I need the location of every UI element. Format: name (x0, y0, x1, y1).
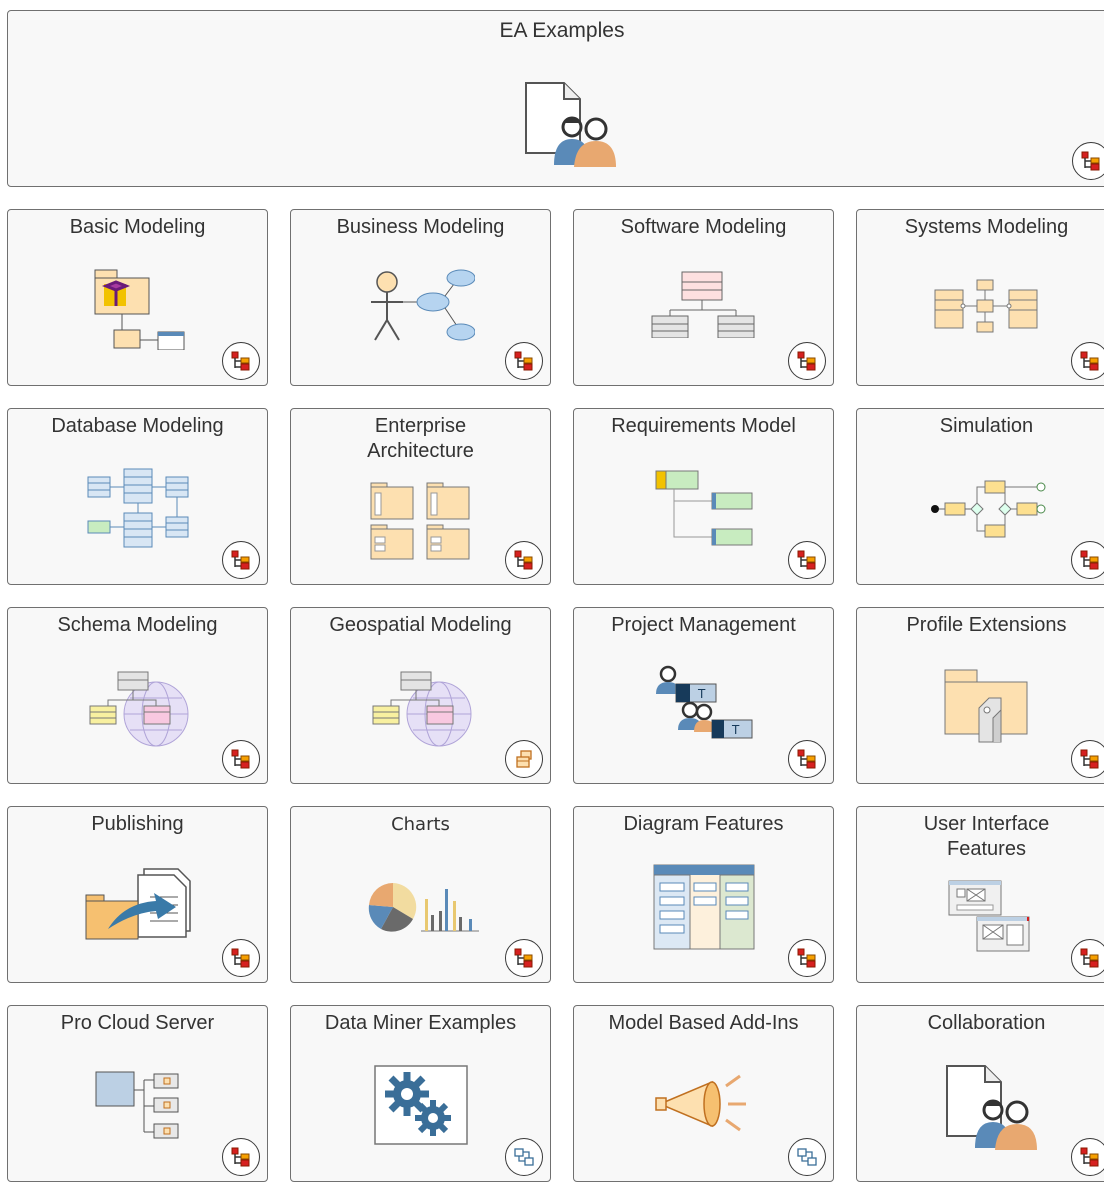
cloud-server-icon (94, 1070, 186, 1147)
card-schema-modeling[interactable]: Schema Modeling (7, 607, 268, 784)
card-title: User Interface Features (923, 813, 1050, 860)
diagram-link-icon[interactable] (788, 1138, 826, 1176)
card-user-interface-features[interactable]: User Interface Features (856, 806, 1104, 983)
actor-usecase-icon (365, 268, 476, 353)
model-tree-icon[interactable] (505, 939, 543, 977)
card-title: Charts (391, 814, 450, 835)
card-enterprise-architecture[interactable]: Enterprise Architecture (290, 408, 551, 585)
card-systems-modeling[interactable]: Systems Modeling (856, 209, 1104, 386)
card-geospatial-modeling[interactable]: Geospatial Modeling (290, 607, 551, 784)
card-title: Profile Extensions (906, 614, 1067, 636)
card-profile-extensions[interactable]: Profile Extensions (856, 607, 1104, 784)
card-title: Data Miner Examples (324, 1012, 517, 1034)
model-tree-icon[interactable] (788, 740, 826, 778)
user-document-icon (516, 81, 618, 176)
ea-examples-card[interactable]: EA Examples (7, 10, 1104, 187)
card-charts[interactable]: Charts (290, 806, 551, 983)
model-tree-icon[interactable] (788, 541, 826, 579)
card-title: Project Management (611, 614, 796, 636)
diagram-link-icon[interactable] (505, 1138, 543, 1176)
card-title: Database Modeling (51, 415, 224, 437)
card-title: Geospatial Modeling (329, 614, 512, 636)
model-tree-icon[interactable] (1071, 541, 1104, 579)
card-requirements-model[interactable]: Requirements Model (573, 408, 834, 585)
card-title: Diagram Features (623, 813, 784, 835)
architecture-packages-icon (369, 481, 473, 566)
model-tree-icon[interactable] (1071, 740, 1104, 778)
card-title: Business Modeling (336, 216, 505, 238)
card-title: Collaboration (927, 1012, 1046, 1034)
card-data-miner-examples[interactable]: Data Miner Examples (290, 1005, 551, 1182)
card-title: Simulation (939, 415, 1034, 437)
block-diagram-icon (933, 278, 1041, 341)
card-pro-cloud-server[interactable]: Pro Cloud Server (7, 1005, 268, 1182)
package-stack-icon[interactable] (505, 740, 543, 778)
card-collaboration[interactable]: Collaboration (856, 1005, 1104, 1182)
svg-text:T: T (731, 723, 740, 737)
model-tree-icon[interactable] (788, 342, 826, 380)
card-simulation[interactable]: Simulation (856, 408, 1104, 585)
card-database-modeling[interactable]: Database Modeling (7, 408, 268, 585)
card-title: EA Examples (499, 19, 625, 42)
card-title: Basic Modeling (69, 216, 206, 238)
schema-globe-icon (88, 668, 192, 755)
model-tree-icon[interactable] (1071, 939, 1104, 977)
card-title: Pro Cloud Server (60, 1012, 215, 1034)
model-tree-icon[interactable] (222, 541, 260, 579)
card-basic-modeling[interactable]: Basic Modeling (7, 209, 268, 386)
model-tree-icon[interactable] (788, 939, 826, 977)
model-tree-icon[interactable] (222, 342, 260, 380)
card-project-management[interactable]: Project Management TT (573, 607, 834, 784)
database-tables-icon (84, 467, 192, 554)
model-tree-icon[interactable] (222, 939, 260, 977)
pie-bar-chart-icon (365, 879, 481, 944)
card-software-modeling[interactable]: Software Modeling (573, 209, 834, 386)
svg-text:T: T (697, 687, 706, 701)
card-title: Enterprise Architecture (367, 415, 474, 462)
card-title: Software Modeling (620, 216, 787, 238)
class-hierarchy-icon (650, 270, 758, 343)
card-title: Systems Modeling (904, 216, 1069, 238)
card-publishing[interactable]: Publishing (7, 806, 268, 983)
gears-icon (373, 1064, 469, 1153)
card-title: Schema Modeling (57, 614, 218, 636)
package-component-icon (92, 268, 188, 355)
publish-document-icon (84, 867, 194, 948)
megaphone-icon (654, 1072, 750, 1139)
card-title: Requirements Model (611, 415, 796, 437)
card-model-based-add-ins[interactable]: Model Based Add-Ins (573, 1005, 834, 1182)
model-tree-icon[interactable] (505, 541, 543, 579)
card-diagram-features[interactable]: Diagram Features (573, 806, 834, 983)
project-team-icon: TT (654, 664, 756, 751)
model-tree-icon[interactable] (1071, 342, 1104, 380)
user-document-icon (937, 1064, 1039, 1159)
model-tree-icon[interactable] (222, 740, 260, 778)
simulation-flow-icon (929, 479, 1047, 546)
model-tree-icon[interactable] (222, 1138, 260, 1176)
ui-screens-icon (947, 879, 1033, 958)
model-tree-icon[interactable] (505, 342, 543, 380)
card-business-modeling[interactable]: Business Modeling (290, 209, 551, 386)
requirements-tree-icon (654, 469, 758, 556)
geospatial-globe-icon (371, 668, 475, 755)
diagram-layout-icon (652, 863, 756, 956)
model-tree-icon[interactable] (1071, 1138, 1104, 1176)
profile-package-icon (943, 668, 1031, 751)
card-title: Model Based Add-Ins (608, 1012, 799, 1034)
model-tree-icon[interactable] (1072, 142, 1104, 180)
card-title: Publishing (91, 813, 184, 835)
